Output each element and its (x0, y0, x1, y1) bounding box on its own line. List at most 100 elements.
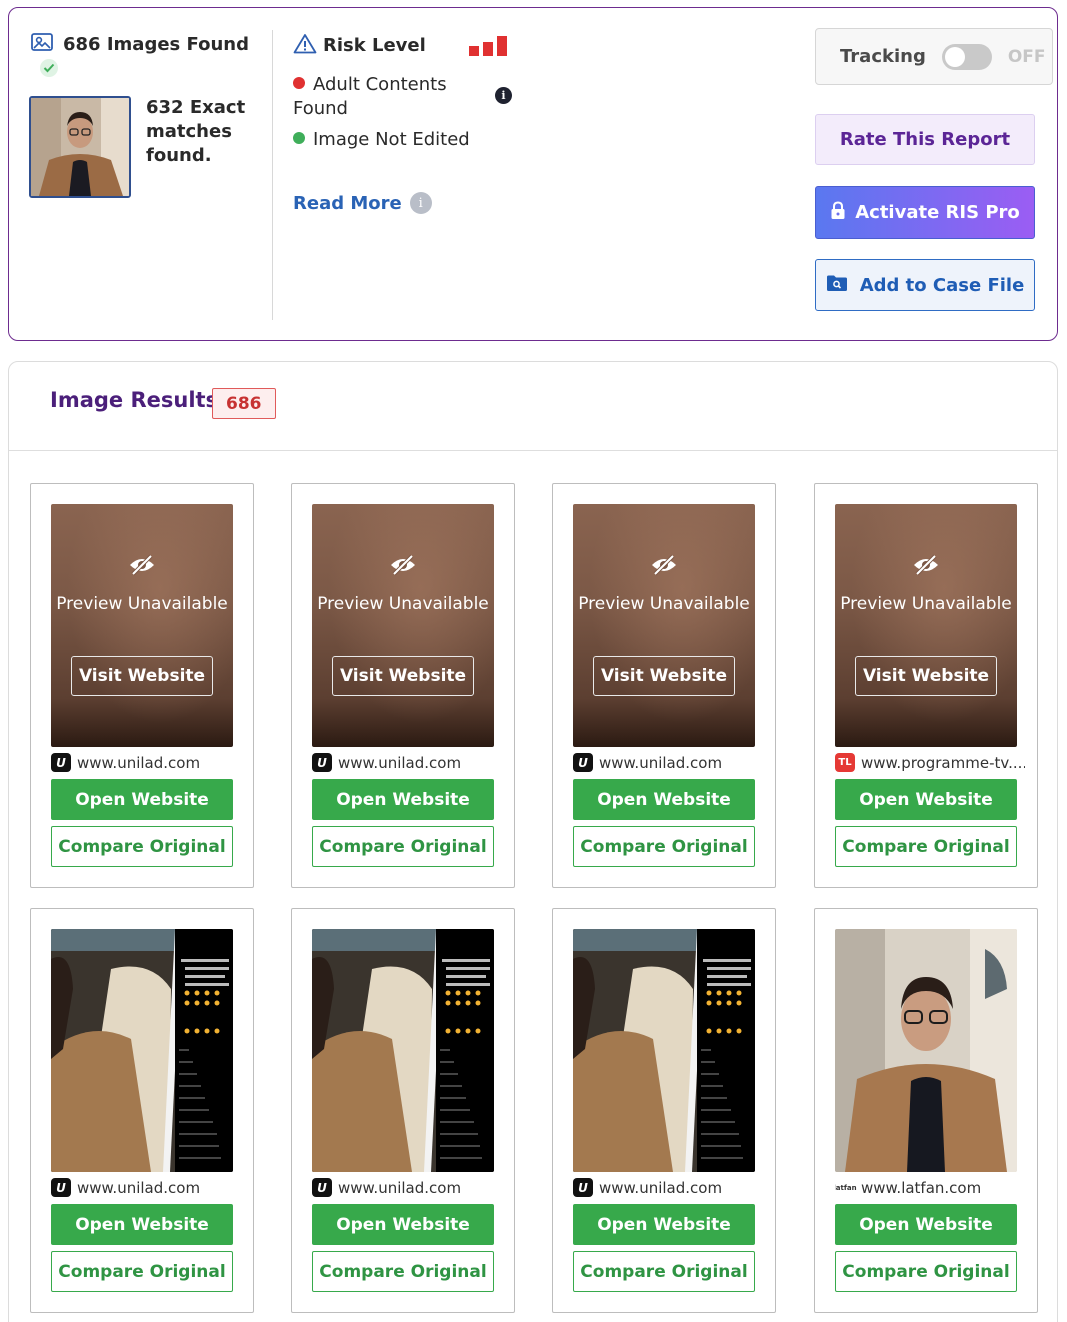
result-domain: www.unilad.com (599, 1178, 723, 1197)
compare-original-button[interactable]: Compare Original (312, 1251, 494, 1292)
lock-icon (830, 200, 846, 225)
preview-unavailable-text: Preview Unavailable (56, 594, 228, 614)
eye-slash-icon (912, 554, 940, 580)
open-website-button[interactable]: Open Website (835, 1204, 1017, 1245)
images-found-column: 686 Images Found 632 Exact matches found… (9, 8, 273, 340)
open-website-button[interactable]: Open Website (51, 1204, 233, 1245)
open-website-button[interactable]: Open Website (835, 779, 1017, 820)
preview-unavailable-text: Preview Unavailable (317, 594, 489, 614)
site-favicon-icon: U (573, 753, 593, 772)
add-to-case-button[interactable]: Add to Case File (815, 259, 1035, 311)
site-favicon-icon: U (573, 1178, 593, 1197)
image-not-edited-text: Image Not Edited (313, 129, 470, 150)
visit-website-button[interactable]: Visit Website (855, 656, 997, 696)
risk-bar (483, 42, 493, 56)
risk-bar (469, 46, 479, 56)
site-favicon-icon: latfan (835, 1183, 857, 1192)
eye-slash-icon (128, 554, 156, 580)
site-favicon-icon: U (312, 753, 332, 772)
open-website-button[interactable]: Open Website (312, 1204, 494, 1245)
site-favicon-icon: U (51, 1178, 71, 1197)
info-icon: i (409, 192, 432, 214)
tracking-label: Tracking (840, 46, 926, 67)
result-card: Preview Unavailable Visit Website TL www… (814, 483, 1038, 888)
folder-search-icon (826, 274, 848, 297)
result-domain: www.unilad.com (338, 1178, 462, 1197)
result-preview-unavailable: Preview Unavailable Visit Website (51, 504, 233, 747)
check-dot-icon (293, 132, 305, 144)
check-icon (40, 59, 58, 77)
report-summary-card: 686 Images Found 632 Exact matches found… (8, 7, 1058, 341)
activate-pro-button[interactable]: Activate RIS Pro (815, 186, 1035, 239)
result-image[interactable] (835, 929, 1017, 1172)
result-source: U www.unilad.com (312, 753, 502, 772)
result-source: U www.unilad.com (573, 1178, 763, 1197)
exact-matches-text: 632 Exact matches found. (146, 97, 246, 166)
result-domain: www.programme-tv.... (861, 753, 1025, 772)
result-source: latfan www.latfan.com (835, 1178, 1025, 1197)
eye-slash-icon (650, 554, 678, 580)
risk-level-bars (469, 36, 507, 56)
result-card: Preview Unavailable Visit Website U www.… (30, 483, 254, 888)
result-preview-unavailable: Preview Unavailable Visit Website (312, 504, 494, 747)
risk-level-row: Risk Level (293, 33, 426, 58)
result-source: U www.unilad.com (573, 753, 763, 772)
results-header: Image Results 686 (9, 362, 1057, 451)
read-more-label: Read More (293, 192, 402, 214)
compare-original-button[interactable]: Compare Original (573, 1251, 755, 1292)
compare-original-button[interactable]: Compare Original (312, 826, 494, 867)
result-card: Preview Unavailable Visit Website U www.… (552, 483, 776, 888)
eye-slash-icon (389, 554, 417, 580)
compare-original-button[interactable]: Compare Original (573, 826, 755, 867)
result-image[interactable] (51, 929, 233, 1172)
image-not-edited-flag: Image Not Edited (293, 128, 470, 152)
rate-report-button[interactable]: Rate This Report (815, 114, 1035, 165)
result-image[interactable] (312, 929, 494, 1172)
visit-website-button[interactable]: Visit Website (593, 656, 735, 696)
site-favicon-icon: U (51, 753, 71, 772)
tracking-toggle[interactable] (941, 43, 992, 70)
activate-pro-label: Activate RIS Pro (855, 202, 1020, 223)
result-source: U www.unilad.com (51, 1178, 241, 1197)
result-source: U www.unilad.com (312, 1178, 502, 1197)
adult-content-flag: Adult Contents Found (293, 73, 463, 121)
column-divider (272, 30, 273, 320)
result-domain: www.latfan.com (861, 1178, 982, 1197)
result-domain: www.unilad.com (77, 1178, 201, 1197)
result-image[interactable] (573, 929, 755, 1172)
risk-level-label: Risk Level (323, 35, 426, 56)
tracking-state: OFF (1007, 46, 1046, 67)
result-preview-unavailable: Preview Unavailable Visit Website (835, 504, 1017, 747)
compare-original-button[interactable]: Compare Original (51, 826, 233, 867)
warning-icon (293, 33, 317, 58)
compare-original-button[interactable]: Compare Original (51, 1251, 233, 1292)
result-card: Preview Unavailable Visit Website U www.… (291, 483, 515, 888)
open-website-button[interactable]: Open Website (573, 1204, 755, 1245)
site-favicon-icon: U (312, 1178, 332, 1197)
risk-column: Risk Level Adult Contents Found i Image … (291, 8, 541, 340)
adult-content-text: Adult Contents Found (293, 74, 447, 119)
result-domain: www.unilad.com (338, 753, 462, 772)
result-domain: www.unilad.com (77, 753, 201, 772)
result-card: U www.unilad.com Open Website Compare Or… (30, 908, 254, 1313)
result-card: U www.unilad.com Open Website Compare Or… (291, 908, 515, 1313)
open-website-button[interactable]: Open Website (51, 779, 233, 820)
result-source: U www.unilad.com (51, 753, 241, 772)
compare-original-button[interactable]: Compare Original (835, 1251, 1017, 1292)
query-image-thumbnail (29, 96, 131, 198)
result-preview-unavailable: Preview Unavailable Visit Website (573, 504, 755, 747)
open-website-button[interactable]: Open Website (573, 779, 755, 820)
alert-dot-icon (293, 77, 305, 89)
results-count-badge: 686 (212, 388, 276, 419)
risk-bar (497, 36, 507, 56)
results-title: Image Results (50, 388, 219, 412)
read-more-link[interactable]: Read More i (293, 192, 432, 214)
add-to-case-label: Add to Case File (859, 274, 1025, 296)
info-icon[interactable]: i (495, 87, 512, 104)
open-website-button[interactable]: Open Website (312, 779, 494, 820)
result-card: U www.unilad.com Open Website Compare Or… (552, 908, 776, 1313)
images-found-label: 686 Images Found (63, 33, 249, 55)
compare-original-button[interactable]: Compare Original (835, 826, 1017, 867)
visit-website-button[interactable]: Visit Website (71, 656, 213, 696)
visit-website-button[interactable]: Visit Website (332, 656, 474, 696)
